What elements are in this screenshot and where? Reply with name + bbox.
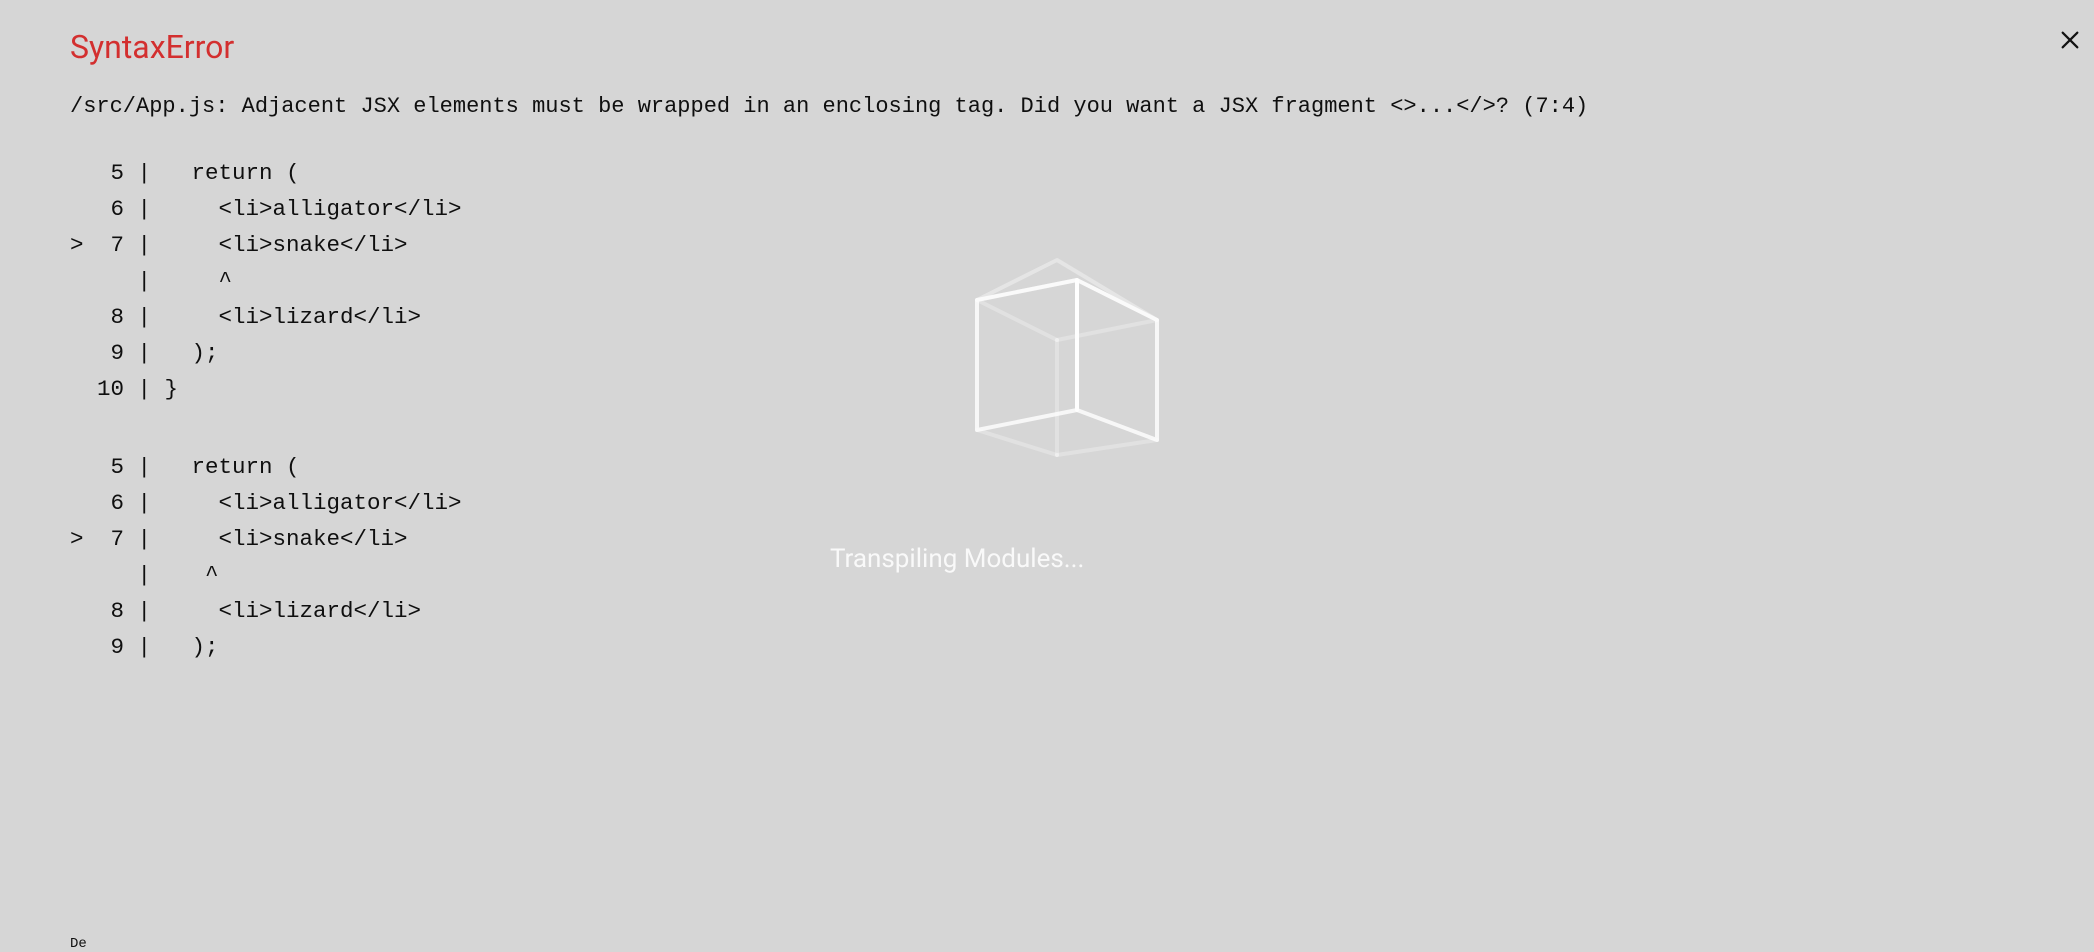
- cutoff-text: De: [70, 936, 87, 952]
- error-overlay: SyntaxError /src/App.js: Adjacent JSX el…: [0, 0, 2094, 952]
- close-icon: [2059, 29, 2081, 51]
- error-message: /src/App.js: Adjacent JSX elements must …: [70, 90, 2024, 123]
- error-title: SyntaxError: [70, 28, 2024, 66]
- error-code-frame-1: 5 | return ( 6 | <li>alligator</li> > 7 …: [70, 155, 2024, 407]
- close-button[interactable]: [2054, 24, 2086, 56]
- error-code-frame-2: 5 | return ( 6 | <li>alligator</li> > 7 …: [70, 449, 2024, 665]
